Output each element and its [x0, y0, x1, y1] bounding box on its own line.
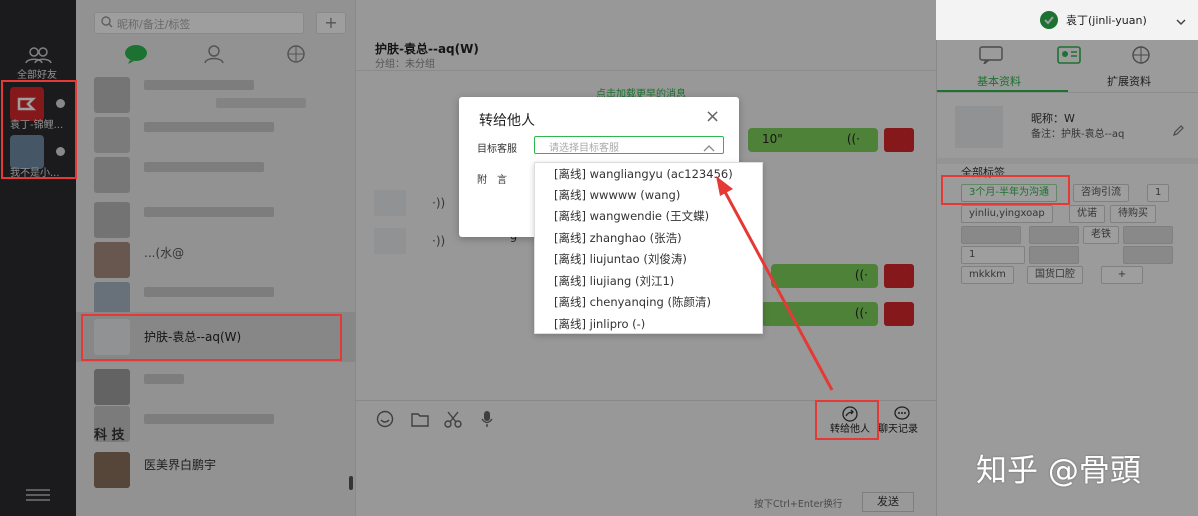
watermark: 知乎 @骨頭 — [976, 453, 1141, 489]
annotation-arrow — [716, 176, 834, 391]
